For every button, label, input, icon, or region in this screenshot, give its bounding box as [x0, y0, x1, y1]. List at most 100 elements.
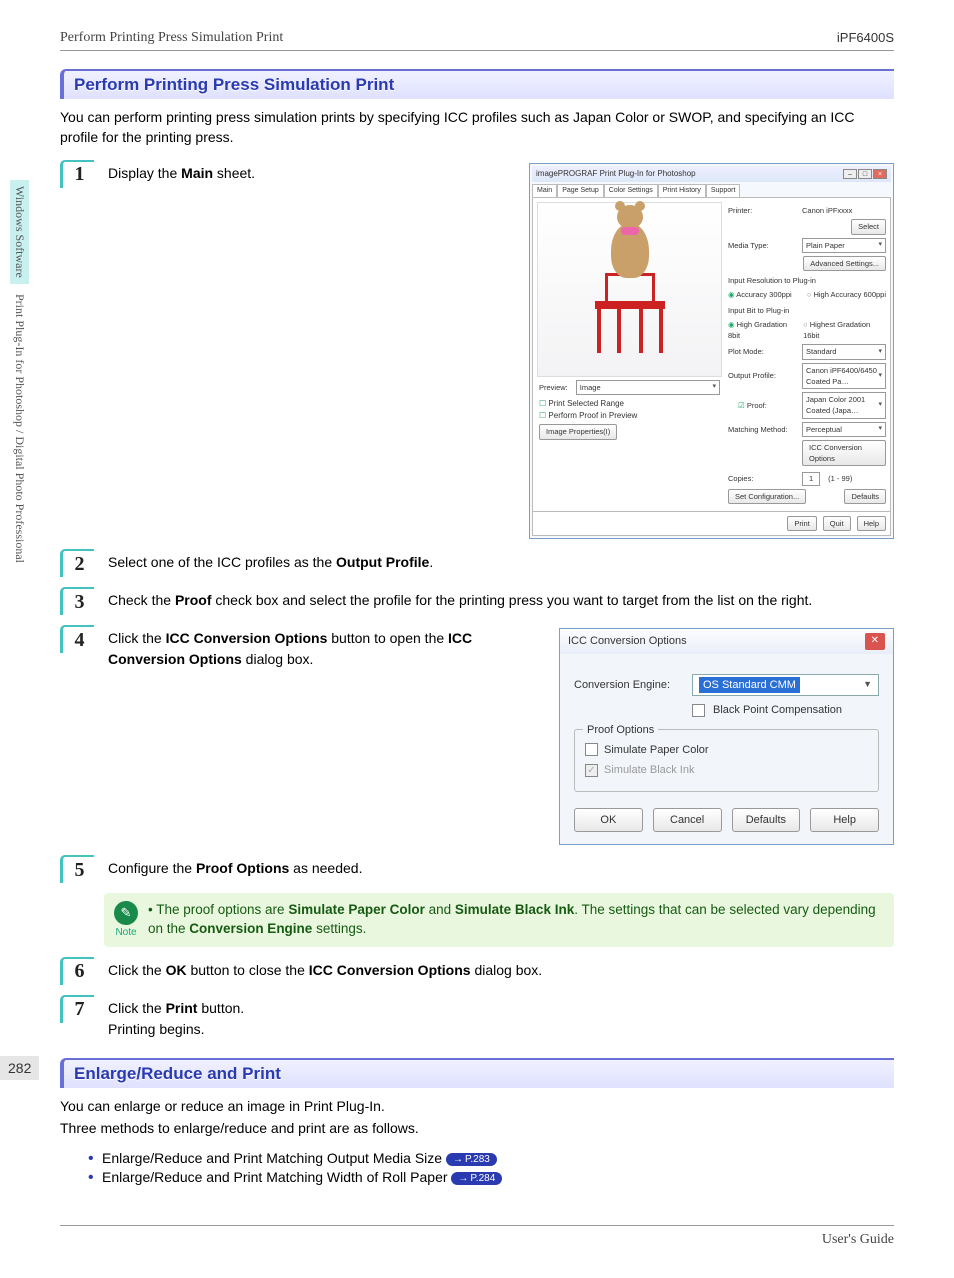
output-profile-label: Output Profile: [728, 370, 798, 381]
page-ref-284[interactable]: P.284 [451, 1172, 502, 1185]
step-3: 3 Check the Proof check box and select t… [60, 587, 894, 615]
note-box: ✎ Note • The proof options are Simulate … [104, 893, 894, 947]
side-tabs: Windows Software Print Plug-In for Photo… [10, 180, 30, 569]
section-heading-enlarge: Enlarge/Reduce and Print [60, 1058, 894, 1088]
main-sheet-dialog: imagePROGRAF Print Plug-In for Photoshop… [529, 163, 894, 540]
set-configuration-button[interactable]: Set Configuration... [728, 489, 806, 504]
step-number: 7 [60, 995, 94, 1023]
ok-button[interactable]: OK [574, 808, 643, 833]
select-printer-button[interactable]: Select [851, 219, 886, 234]
icc-conversion-dialog: ICC Conversion Options ✕ Conversion Engi… [559, 628, 894, 845]
matching-method-dropdown[interactable]: Perceptual [802, 422, 886, 437]
dialog2-title: ICC Conversion Options [568, 633, 687, 650]
proof-profile-dropdown[interactable]: Japan Color 2001 Coated (Japa… [802, 392, 886, 419]
minimize-icon[interactable]: – [843, 169, 857, 179]
quit-button[interactable]: Quit [823, 516, 851, 531]
tab-print-history[interactable]: Print History [658, 184, 706, 198]
footer: User's Guide [60, 1225, 894, 1248]
output-profile-dropdown[interactable]: Canon iPF6400/6450 Coated Pa… [802, 363, 886, 390]
tab-main[interactable]: Main [532, 184, 557, 198]
print-selected-range-checkbox[interactable]: Print Selected Range [539, 398, 720, 410]
step-7-text: Click the Print button. Printing begins. [108, 995, 894, 1040]
step-1: 1 Display the Main sheet. imagePROGRAF P… [60, 160, 894, 540]
image-properties-button[interactable]: Image Properties(I) [539, 424, 617, 439]
close-icon[interactable]: ✕ [865, 633, 885, 650]
defaults-button[interactable]: Defaults [844, 489, 886, 504]
tab-support[interactable]: Support [706, 184, 741, 198]
preview-image [537, 202, 722, 377]
gradation-16bit-radio[interactable]: Highest Gradation 16bit [803, 319, 886, 342]
header-left: Perform Printing Press Simulation Print [60, 30, 283, 46]
tab-color-settings[interactable]: Color Settings [604, 184, 658, 198]
step-6-text: Click the OK button to close the ICC Con… [108, 957, 894, 981]
step-number: 5 [60, 855, 94, 883]
dialog1-title: imagePROGRAF Print Plug-In for Photoshop [536, 168, 696, 180]
note-text: • The proof options are Simulate Paper C… [148, 901, 884, 939]
media-type-dropdown[interactable]: Plain Paper [802, 238, 886, 253]
bullet-roll-paper: Enlarge/Reduce and Print Matching Width … [88, 1169, 894, 1185]
conversion-engine-label: Conversion Engine: [574, 677, 684, 694]
step-number: 1 [60, 160, 94, 188]
note-icon: ✎ Note [114, 901, 138, 938]
advanced-settings-button[interactable]: Advanced Settings... [803, 256, 886, 271]
help-button[interactable]: Help [810, 808, 879, 833]
cancel-button[interactable]: Cancel [653, 808, 722, 833]
step-3-text: Check the Proof check box and select the… [108, 587, 894, 611]
accuracy-300-radio[interactable]: Accuracy 300ppi [728, 289, 792, 300]
copies-range: (1 - 99) [828, 473, 852, 484]
section-heading-simulation: Perform Printing Press Simulation Print [60, 69, 894, 99]
page-ref-283[interactable]: P.283 [446, 1153, 497, 1166]
dialog1-tabs: Main Page Setup Color Settings Print His… [532, 184, 891, 198]
copies-label: Copies: [728, 473, 798, 484]
simulate-paper-color-checkbox[interactable] [585, 743, 598, 756]
step-5: 5 Configure the Proof Options as needed. [60, 855, 894, 883]
proof-checkbox[interactable]: Proof: [728, 400, 798, 411]
plot-mode-label: Plot Mode: [728, 346, 798, 357]
simulate-black-ink-checkbox[interactable] [585, 764, 598, 777]
enlarge-p2: Three methods to enlarge/reduce and prin… [60, 1118, 894, 1138]
copies-input[interactable]: 1 [802, 472, 820, 485]
close-icon[interactable]: × [873, 169, 887, 179]
print-button[interactable]: Print [787, 516, 816, 531]
step-2: 2 Select one of the ICC profiles as the … [60, 549, 894, 577]
step-7: 7 Click the Print button. Printing begin… [60, 995, 894, 1040]
bpc-label: Black Point Compensation [713, 702, 842, 719]
step-number: 4 [60, 625, 94, 653]
step-number: 6 [60, 957, 94, 985]
proof-options-title: Proof Options [583, 722, 658, 739]
side-tab-print-plugin[interactable]: Print Plug-In for Photoshop / Digital Ph… [10, 288, 29, 569]
proof-options-group: Proof Options Simulate Paper Color Simul… [574, 729, 879, 792]
step-number: 3 [60, 587, 94, 615]
side-tab-windows-software[interactable]: Windows Software [10, 180, 29, 284]
printer-label: Printer: [728, 205, 798, 216]
step-6: 6 Click the OK button to close the ICC C… [60, 957, 894, 985]
preview-label: Preview: [539, 382, 568, 393]
resolution-group-label: Input Resolution to Plug-in [728, 275, 886, 286]
help-button[interactable]: Help [857, 516, 886, 531]
plot-mode-dropdown[interactable]: Standard [802, 344, 886, 359]
step-number: 2 [60, 549, 94, 577]
perform-proof-preview-checkbox[interactable]: Perform Proof in Preview [539, 410, 720, 422]
maximize-icon[interactable]: □ [858, 169, 872, 179]
window-buttons: –□× [842, 168, 887, 180]
pencil-icon: ✎ [114, 901, 138, 925]
step-4-text: Click the ICC Conversion Options button … [108, 628, 549, 670]
enlarge-p1: You can enlarge or reduce an image in Pr… [60, 1096, 894, 1116]
simulate-paper-color-label: Simulate Paper Color [604, 742, 709, 759]
page-header: Perform Printing Press Simulation Print … [60, 30, 894, 51]
header-right: iPF6400S [837, 30, 894, 46]
intro-text: You can perform printing press simulatio… [60, 107, 894, 148]
step-4: 4 Click the ICC Conversion Options butto… [60, 625, 894, 845]
icc-conversion-options-button[interactable]: ICC Conversion Options [802, 440, 886, 467]
bpc-checkbox[interactable] [692, 704, 705, 717]
bullet-output-media: Enlarge/Reduce and Print Matching Output… [88, 1150, 894, 1166]
gradation-8bit-radio[interactable]: High Gradation 8bit [728, 319, 799, 342]
tab-page-setup[interactable]: Page Setup [557, 184, 604, 198]
step-1-text: Display the Main sheet. [108, 163, 519, 184]
conversion-engine-dropdown[interactable]: OS Standard CMM [692, 674, 879, 697]
media-type-label: Media Type: [728, 240, 798, 251]
matching-method-label: Matching Method: [728, 424, 798, 435]
preview-dropdown[interactable]: Image [576, 380, 720, 395]
defaults-button[interactable]: Defaults [732, 808, 801, 833]
accuracy-600-radio[interactable]: High Accuracy 600ppi [807, 289, 886, 300]
